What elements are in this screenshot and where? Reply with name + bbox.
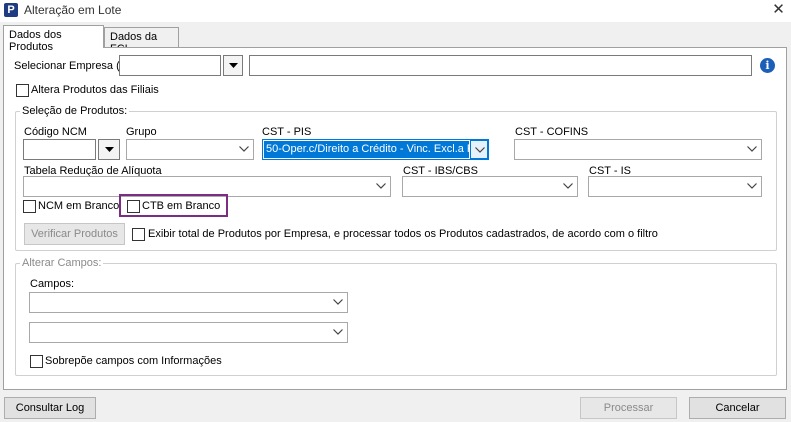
altera-filiais-label: Altera Produtos das Filiais [31, 84, 159, 96]
grupo-label: Grupo [126, 126, 157, 138]
triangle-down-icon [229, 63, 238, 68]
grupo-select[interactable] [126, 139, 254, 160]
empresa-name-input[interactable] [249, 55, 752, 76]
cst-ibs-cbs-select[interactable] [402, 176, 578, 197]
empresa-label: Selecionar Empresa (s): [14, 60, 132, 72]
campos-select-1[interactable] [29, 292, 348, 313]
exibir-total-checkbox[interactable] [132, 228, 145, 241]
tab-dados-fci[interactable]: Dados da FCI [104, 27, 179, 55]
close-icon[interactable]: ✕ [766, 0, 791, 22]
chevron-down-icon [559, 177, 577, 196]
ncm-branco-checkbox[interactable] [23, 200, 36, 213]
ctb-branco-checkbox[interactable] [127, 200, 140, 213]
selecao-produtos-title: Seleção de Produtos: [20, 105, 130, 117]
altera-filiais-checkbox[interactable] [16, 84, 29, 97]
title-bar: P Alteração em Lote ✕ [0, 0, 791, 22]
exibir-total-label: Exibir total de Produtos por Empresa, e … [148, 228, 658, 240]
empresa-code-input[interactable] [119, 55, 221, 76]
info-icon[interactable]: i [760, 58, 775, 73]
ncm-branco-label: NCM em Branco [38, 200, 120, 212]
cst-pis-select[interactable]: 50-Oper.c/Direito a Crédito - Vinc. Excl… [262, 139, 489, 160]
chevron-down-icon [470, 140, 488, 159]
cst-pis-label: CST - PIS [262, 126, 312, 138]
chevron-down-icon [329, 293, 347, 312]
chevron-down-icon [372, 177, 390, 196]
chevron-down-icon [743, 177, 761, 196]
app-logo-icon: P [4, 3, 18, 17]
cst-is-select[interactable] [588, 176, 762, 197]
chevron-down-icon [235, 140, 253, 159]
chevron-down-icon [329, 323, 347, 342]
processar-button[interactable]: Processar [580, 397, 677, 419]
cst-cofins-label: CST - COFINS [515, 126, 589, 138]
tab-dados-produtos[interactable]: Dados dos Produtos [3, 25, 104, 53]
sobrepoe-label: Sobrepõe campos com Informações [45, 355, 222, 367]
cst-pis-selected-value: 50-Oper.c/Direito a Crédito - Vinc. Excl… [264, 141, 469, 158]
window-title: Alteração em Lote [24, 3, 122, 17]
codigo-ncm-label: Código NCM [24, 126, 87, 138]
codigo-ncm-dropdown-button[interactable] [98, 139, 120, 160]
cancelar-button[interactable]: Cancelar [689, 397, 786, 419]
codigo-ncm-input[interactable] [23, 139, 96, 160]
triangle-down-icon [105, 147, 114, 152]
alterar-campos-title: Alterar Campos: [20, 257, 104, 269]
ctb-branco-label: CTB em Branco [142, 200, 221, 212]
cst-cofins-select[interactable] [514, 139, 762, 160]
sobrepoe-checkbox[interactable] [30, 355, 43, 368]
verificar-produtos-button[interactable]: Verificar Produtos [24, 223, 125, 245]
chevron-down-icon [743, 140, 761, 159]
consultar-log-button[interactable]: Consultar Log [4, 397, 96, 419]
campos-select-2[interactable] [29, 322, 348, 343]
campos-label: Campos: [30, 278, 75, 290]
empresa-dropdown-button[interactable] [223, 55, 243, 76]
